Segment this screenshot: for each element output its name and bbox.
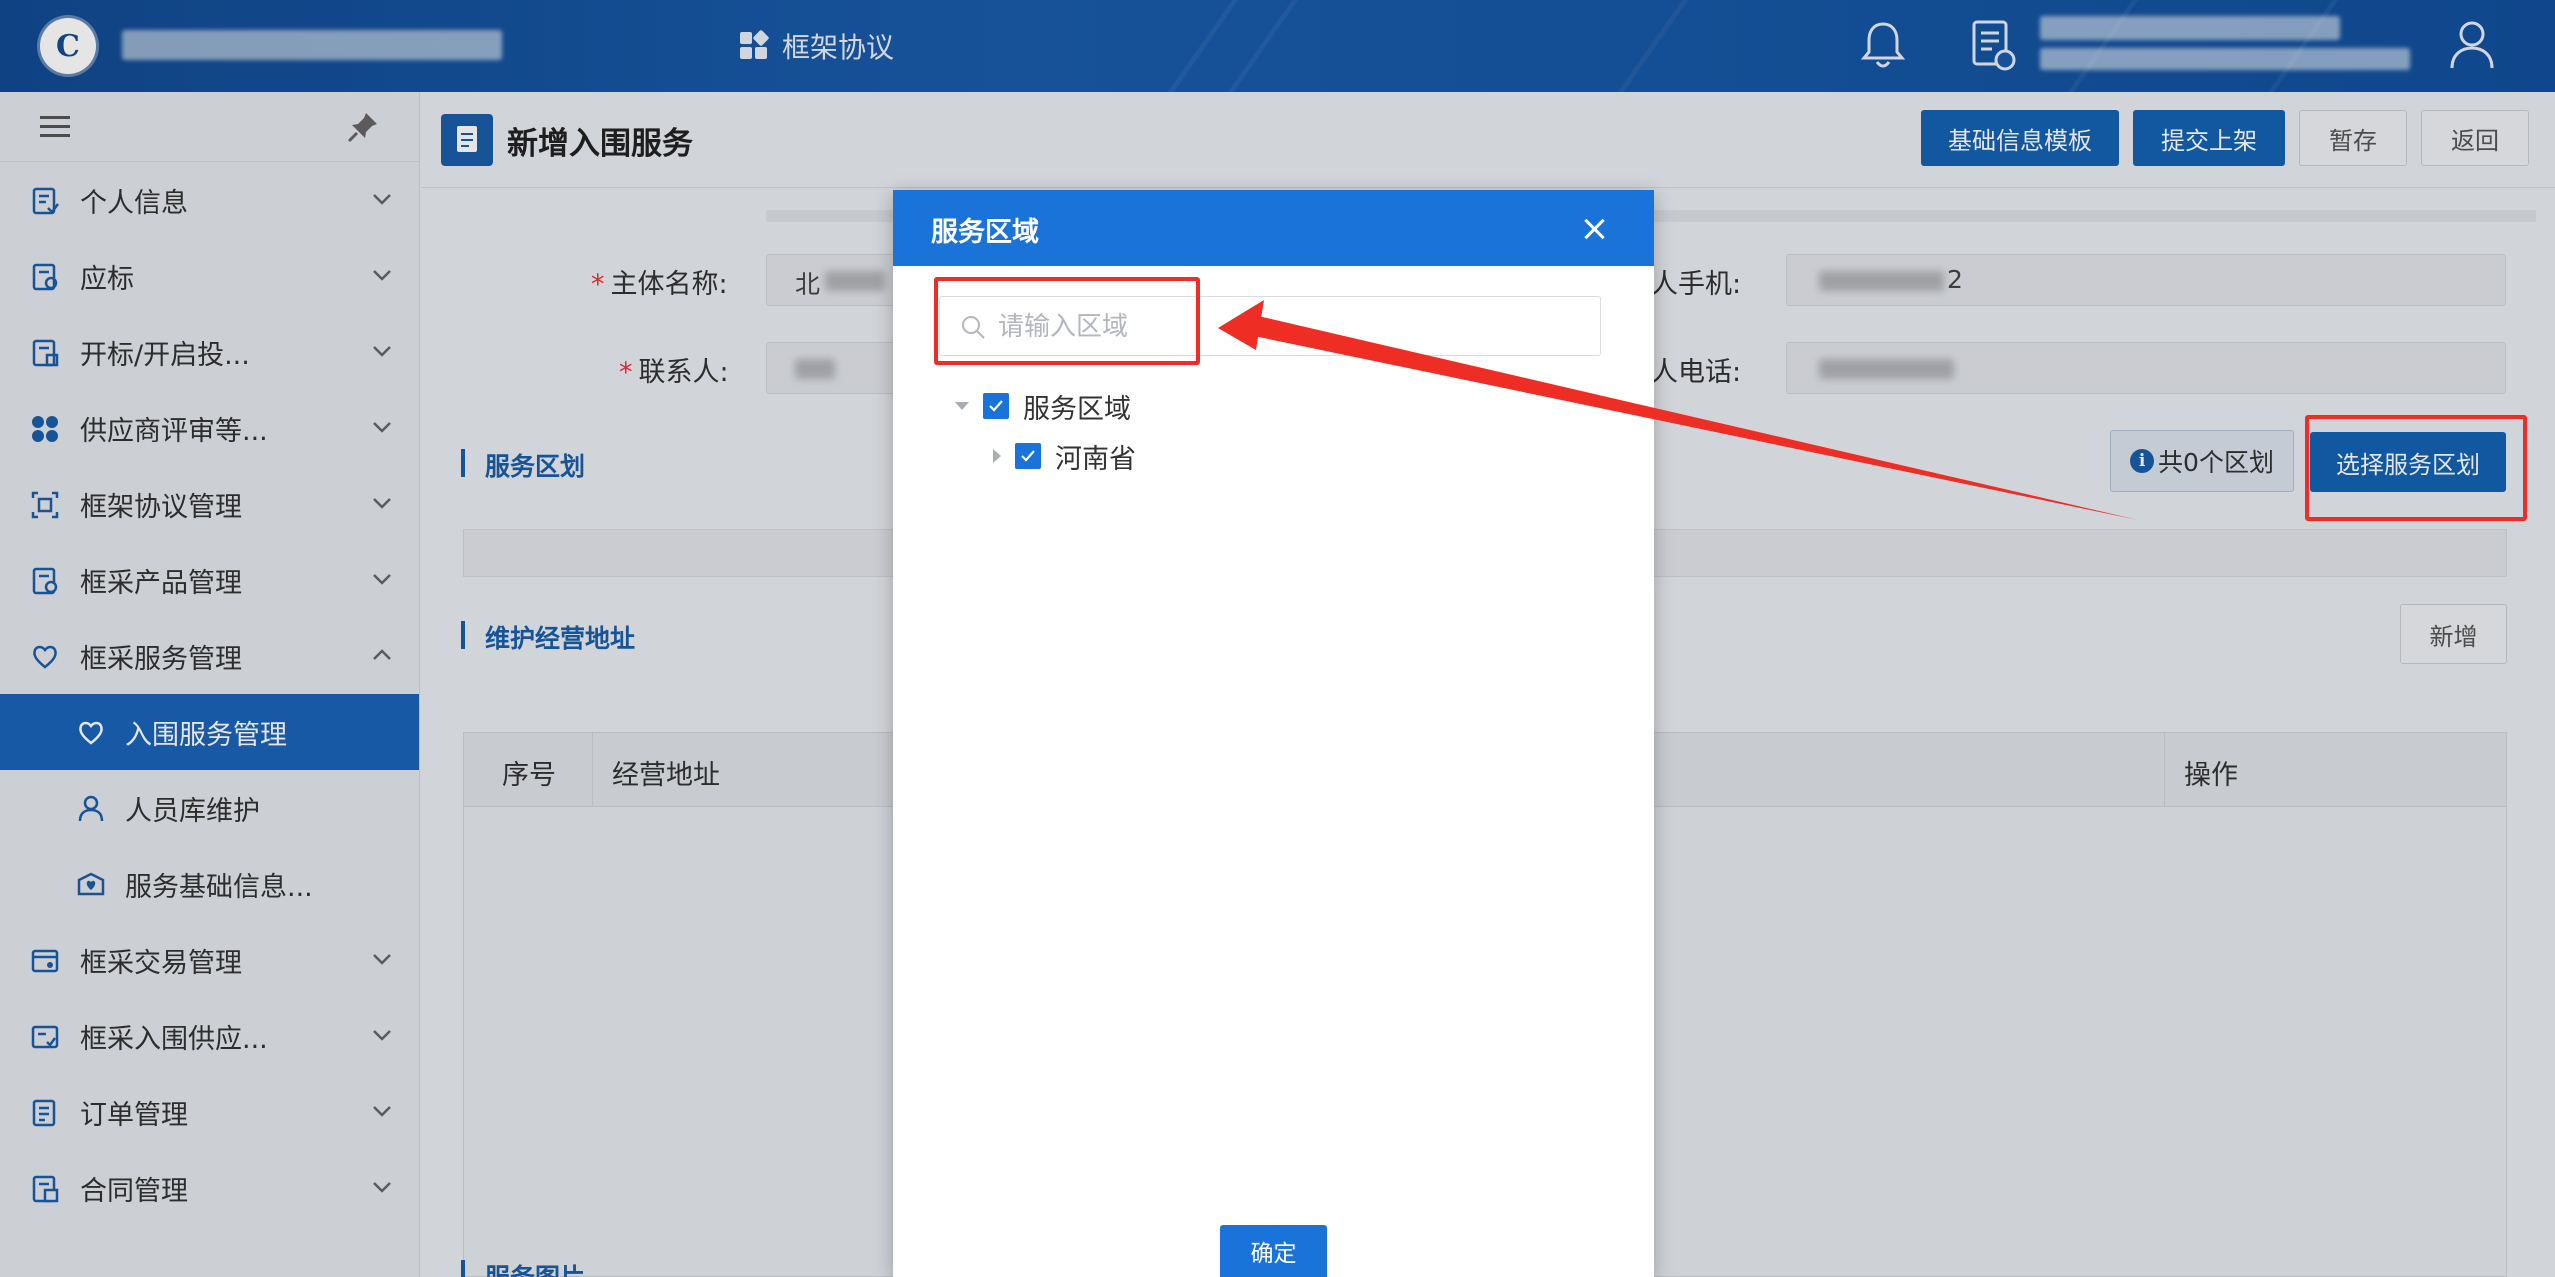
checkbox-checked[interactable] (1015, 443, 1041, 469)
caret-right-icon[interactable] (993, 449, 1001, 463)
annotation-search-highlight (934, 277, 1200, 365)
checkbox-checked[interactable] (983, 393, 1009, 419)
close-icon[interactable] (1579, 214, 1609, 244)
tree-node-label: 河南省 (1055, 443, 1136, 475)
tree-node-henan[interactable]: 河南省 (993, 436, 1136, 476)
annotation-button-highlight (2305, 415, 2527, 521)
tree-node-label: 服务区域 (1023, 393, 1131, 425)
confirm-button[interactable]: 确定 (1220, 1225, 1327, 1277)
caret-down-icon[interactable] (955, 402, 969, 410)
tree-node-root[interactable]: 服务区域 (955, 386, 1131, 426)
dialog-header: 服务区域 (893, 190, 1654, 266)
dialog-title: 服务区域 (931, 217, 1039, 248)
